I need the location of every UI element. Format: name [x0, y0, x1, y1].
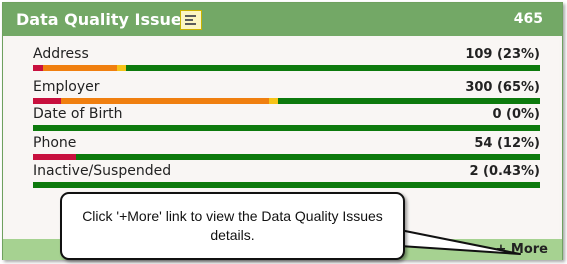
bar-segment: [33, 154, 77, 160]
issue-row-address[interactable]: Address 109 (23%): [33, 46, 540, 76]
bar-segment: [116, 65, 126, 71]
issue-row-inactive-suspended[interactable]: Inactive/Suspended 2 (0.43%): [33, 163, 540, 193]
issue-bar: [33, 98, 540, 104]
report-list-icon[interactable]: [180, 10, 202, 30]
bar-segment: [268, 98, 278, 104]
issue-label: Address: [33, 46, 89, 62]
issue-bar: [33, 154, 540, 160]
widget-header: Data Quality Issues 465: [3, 3, 562, 36]
issue-value: 2 (0.43%): [469, 164, 540, 179]
issue-bar: [33, 125, 540, 131]
issue-label: Inactive/Suspended: [33, 163, 172, 179]
issue-row-phone[interactable]: Phone 54 (12%): [33, 135, 540, 165]
bar-segment: [60, 98, 269, 104]
widget-title: Data Quality Issues: [16, 10, 192, 29]
issue-bar: [33, 182, 540, 188]
issue-label: Phone: [33, 135, 77, 151]
issue-row-employer[interactable]: Employer 300 (65%): [33, 79, 540, 109]
more-link[interactable]: + More: [495, 242, 548, 257]
issue-row-date-of-birth[interactable]: Date of Birth 0 (0%): [33, 106, 540, 136]
issue-bar: [33, 65, 540, 71]
total-issues-count: 465: [513, 11, 543, 27]
issue-value: 109 (23%): [465, 47, 540, 62]
bar-segment: [43, 65, 117, 71]
issue-value: 300 (65%): [465, 80, 540, 95]
issue-label: Date of Birth: [33, 106, 123, 122]
issue-value: 0 (0%): [492, 107, 540, 122]
bar-segment: [33, 65, 44, 71]
issue-value: 54 (12%): [474, 136, 540, 151]
bar-segment: [33, 98, 61, 104]
callout-text: Click '+More' link to view the Data Qual…: [82, 208, 383, 243]
issue-label: Employer: [33, 79, 100, 95]
callout-tooltip: Click '+More' link to view the Data Qual…: [60, 192, 405, 260]
